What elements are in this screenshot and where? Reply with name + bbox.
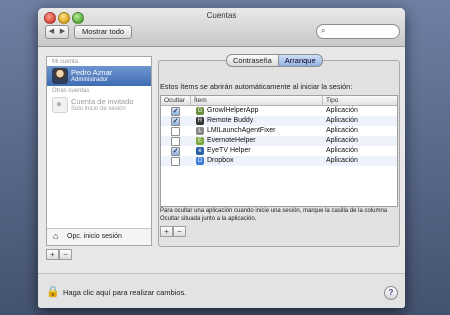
- table-row[interactable]: ✓ e EyeTV Helper Aplicación: [161, 146, 397, 156]
- other-accounts-header: Otras cuentas: [52, 88, 90, 94]
- panel-description: Estos ítems se abrirán automáticamente a…: [160, 82, 353, 91]
- search-input[interactable]: ⌕: [316, 24, 400, 39]
- hide-checkbox[interactable]: ✓: [171, 107, 180, 116]
- hide-checkbox[interactable]: [171, 157, 180, 166]
- item-name: LMILaunchAgentFixer: [207, 127, 276, 134]
- item-name: Dropbox: [207, 157, 234, 164]
- add-login-item-button[interactable]: +: [160, 226, 173, 237]
- item-type: Aplicación: [326, 147, 358, 154]
- bottom-bar: 🔒 Haga clic aquí para realizar cambios. …: [38, 273, 405, 308]
- hide-checkbox[interactable]: ✓: [171, 147, 180, 156]
- login-options-label: Opc. inicio sesión: [67, 233, 122, 240]
- table-row[interactable]: D Dropbox Aplicación: [161, 156, 397, 166]
- forward-button[interactable]: ▶: [57, 25, 69, 39]
- table-row[interactable]: ✓ R Remote Buddy Aplicación: [161, 116, 397, 126]
- tab-login-items[interactable]: Arranque: [278, 54, 323, 67]
- window-title: Cuentas: [206, 11, 237, 20]
- table-row[interactable]: E EvernoteHelper Aplicación: [161, 136, 397, 146]
- lock-text[interactable]: Haga clic aquí para realizar cambios.: [63, 288, 186, 297]
- login-items-table: Ocultar Ítem Tipo ✓ G GrowlHelperApp Apl…: [160, 95, 398, 207]
- hide-checkbox[interactable]: ✓: [171, 117, 180, 126]
- show-all-button[interactable]: Mostrar todo: [74, 25, 133, 39]
- person-silhouette-icon: ●: [56, 99, 63, 110]
- add-user-button[interactable]: +: [46, 249, 59, 260]
- remove-user-button[interactable]: −: [59, 249, 72, 260]
- hide-checkbox[interactable]: [171, 127, 180, 136]
- item-name: GrowlHelperApp: [207, 107, 259, 114]
- guest-name: Cuenta de invitado: [71, 97, 134, 106]
- table-header: Ocultar Ítem Tipo: [161, 96, 397, 106]
- my-account-header: Mi cuenta: [52, 59, 79, 65]
- table-row[interactable]: L LMILaunchAgentFixer Aplicación: [161, 126, 397, 136]
- table-row[interactable]: ✓ G GrowlHelperApp Aplicación: [161, 106, 397, 116]
- sidebar-item-current-user[interactable]: Pedro Aznar Administrador: [47, 66, 151, 86]
- user-name: Pedro Aznar: [71, 68, 113, 77]
- item-type: Aplicación: [326, 157, 358, 164]
- item-type: Aplicación: [326, 117, 358, 124]
- item-name: EvernoteHelper: [207, 137, 256, 144]
- growl-app-icon: G: [196, 107, 204, 115]
- accounts-window: Cuentas ◀ ▶ Mostrar todo ⌕ Mi cuenta Ped…: [38, 8, 405, 308]
- dropbox-app-icon: D: [196, 157, 204, 165]
- item-type: Aplicación: [326, 137, 358, 144]
- accounts-sidebar: Mi cuenta Pedro Aznar Administrador Otra…: [46, 56, 152, 246]
- remove-login-item-button[interactable]: −: [173, 226, 186, 237]
- help-button[interactable]: ?: [384, 286, 398, 300]
- tab-bar: Contraseña Arranque: [226, 54, 323, 67]
- column-hide-header[interactable]: Ocultar: [164, 97, 185, 104]
- sidebar-item-guest[interactable]: ● Cuenta de invitado Solo inicio de sesi…: [47, 95, 151, 115]
- column-item-header[interactable]: Ítem: [194, 97, 207, 104]
- lmi-app-icon: L: [196, 127, 204, 135]
- guest-avatar-icon: ●: [52, 97, 68, 113]
- column-type-header[interactable]: Tipo: [326, 97, 338, 104]
- item-type: Aplicación: [326, 127, 358, 134]
- hide-checkbox[interactable]: [171, 137, 180, 146]
- avatar: [52, 68, 68, 84]
- remote-buddy-app-icon: R: [196, 117, 204, 125]
- title-bar: Cuentas ◀ ▶ Mostrar todo ⌕: [38, 8, 405, 47]
- evernote-app-icon: E: [196, 137, 204, 145]
- login-options-item[interactable]: ⌂ Opc. inicio sesión: [47, 228, 151, 245]
- guest-role: Solo inicio de sesión: [71, 106, 126, 112]
- house-icon: ⌂: [53, 231, 59, 241]
- eyetv-app-icon: e: [196, 147, 204, 155]
- item-name: EyeTV Helper: [207, 147, 251, 154]
- chevron-left-icon: ◀: [48, 28, 55, 35]
- lock-icon[interactable]: 🔒: [46, 285, 60, 298]
- user-role: Administrador: [71, 77, 109, 83]
- item-name: Remote Buddy: [207, 117, 254, 124]
- search-icon: ⌕: [321, 26, 326, 35]
- tab-password[interactable]: Contraseña: [226, 54, 279, 67]
- chevron-right-icon: ▶: [59, 28, 66, 35]
- hint-text: Para ocultar una aplicación cuando inici…: [160, 208, 388, 222]
- item-type: Aplicación: [326, 107, 358, 114]
